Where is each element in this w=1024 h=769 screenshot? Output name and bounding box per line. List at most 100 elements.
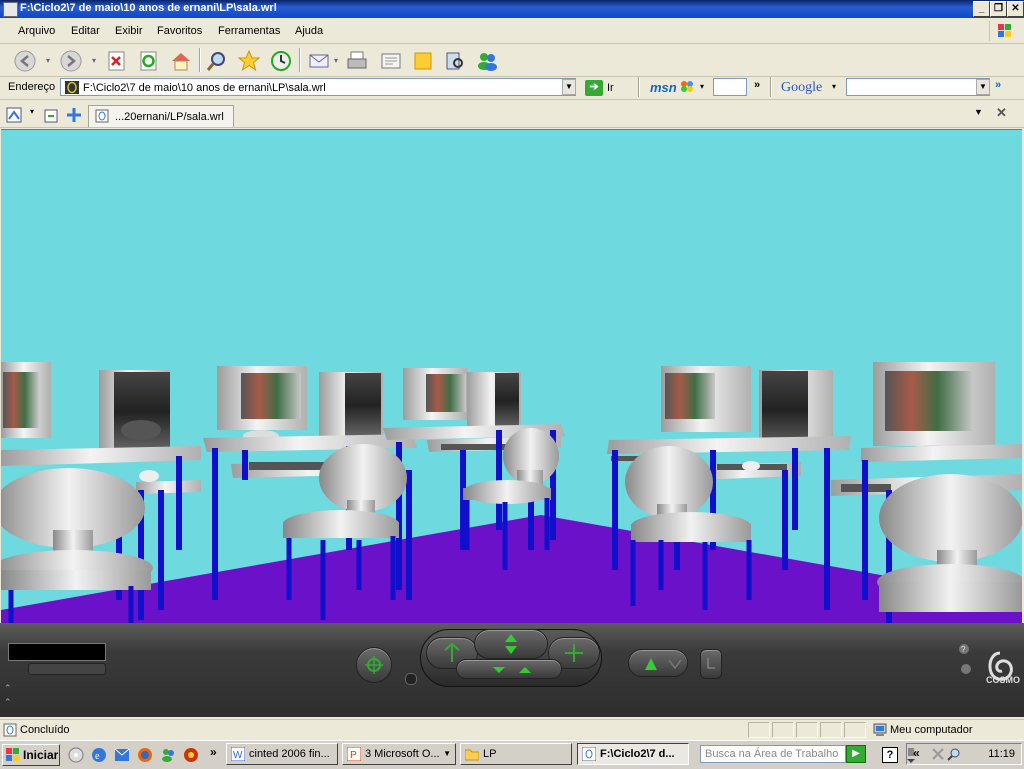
msn-dropdown-icon[interactable]: ▾	[700, 82, 704, 91]
quicklaunch-outlook-icon[interactable]	[114, 747, 130, 763]
minimize-button[interactable]: _	[973, 1, 990, 17]
more-chevron-icon[interactable]: »	[754, 79, 760, 91]
mouse	[742, 461, 760, 471]
research-icon[interactable]	[444, 50, 466, 72]
status-cell	[820, 722, 842, 738]
seek-button[interactable]	[356, 647, 392, 683]
search-icon[interactable]	[206, 50, 228, 72]
cosmo-logo[interactable]: ?	[950, 639, 1024, 705]
tab-list-icon[interactable]	[44, 107, 60, 123]
walk-button[interactable]	[474, 629, 548, 659]
close-button[interactable]: ✕	[1007, 1, 1024, 17]
desktop-search-go-button[interactable]: ▶	[846, 745, 866, 763]
quicklaunch-more-icon[interactable]: »	[210, 745, 217, 759]
task-label: F:\Ciclo2\7 d...	[600, 748, 675, 760]
forward-icon[interactable]	[60, 50, 82, 72]
status-cell	[844, 722, 866, 738]
quicklaunch-media-icon[interactable]	[183, 747, 199, 763]
tabs-dropdown-icon[interactable]: ▾	[30, 107, 34, 116]
start-button[interactable]: Iniciar	[2, 744, 60, 766]
google-search-dropdown[interactable]: ▼	[976, 79, 990, 95]
tab-menu-dropdown-icon[interactable]: ▼	[974, 107, 983, 117]
history-icon[interactable]	[270, 50, 292, 72]
task-label: LP	[483, 748, 497, 760]
quicklaunch-cd-icon[interactable]	[68, 747, 84, 763]
close-tab-icon[interactable]: ✕	[996, 105, 1007, 121]
refresh-icon[interactable]	[138, 50, 160, 72]
title-bar[interactable]: F:\Ciclo2\7 de maio\10 anos de ernani\LP…	[0, 0, 1024, 18]
back-dropdown-icon[interactable]: ▾	[46, 56, 50, 65]
new-tab-plus-icon[interactable]	[66, 107, 82, 123]
tray-network-icon[interactable]	[931, 747, 945, 761]
go-button[interactable]: Ir	[607, 82, 614, 94]
task-powerpoint-group[interactable]: P 3 Microsoft O... ▼	[342, 743, 456, 765]
more-chevron-icon[interactable]: »	[995, 79, 1001, 91]
classroom-scene	[1, 130, 1022, 624]
menu-favoritos[interactable]: Favoritos	[157, 25, 202, 37]
restore-button[interactable]: ❐	[990, 1, 1007, 17]
task-browser-sala[interactable]: F:\Ciclo2\7 d...	[577, 743, 689, 765]
vrml-file-icon	[65, 81, 79, 94]
back-icon[interactable]	[14, 50, 36, 72]
collapse-up-icon[interactable]: ⌃	[4, 683, 12, 694]
tray-expand-icon[interactable]: «	[913, 746, 920, 760]
status-cell	[748, 722, 770, 738]
print-icon[interactable]	[346, 50, 368, 72]
app-icon	[3, 2, 18, 17]
home-icon[interactable]	[170, 50, 192, 72]
quicklaunch-firefox-icon[interactable]	[137, 747, 153, 763]
address-input[interactable]: F:\Ciclo2\7 de maio\10 anos de ernani\LP…	[60, 78, 576, 96]
stop-icon[interactable]	[106, 50, 128, 72]
tab-label: ...20ernani/LP/sala.wrl	[115, 111, 224, 123]
mail-dropdown-icon[interactable]: ▾	[334, 56, 338, 65]
edit-icon[interactable]	[380, 50, 402, 72]
task-label: cinted 2006 fin...	[249, 748, 330, 760]
menu-editar[interactable]: Editar	[71, 25, 100, 37]
pan-button[interactable]	[628, 649, 688, 677]
menu-bar: Arquivo Editar Exibir Favoritos Ferramen…	[0, 19, 1024, 44]
tilt-buttons[interactable]	[456, 659, 562, 679]
clock[interactable]: 11:19	[988, 748, 1015, 760]
page-status-icon	[3, 723, 17, 737]
tray-search-icon[interactable]	[947, 747, 961, 761]
task-word-document[interactable]: W cinted 2006 fin...	[226, 743, 338, 765]
help-icon[interactable]: ?	[882, 747, 898, 763]
google-logo[interactable]: Google	[781, 80, 822, 96]
desktop-search-input[interactable]: Busca na Área de Trabalho	[700, 745, 846, 763]
menu-arquivo[interactable]: Arquivo	[18, 25, 55, 37]
go-arrow-icon[interactable]: ➔	[585, 80, 603, 96]
straighten-button[interactable]	[700, 649, 722, 679]
messenger-icon[interactable]	[476, 50, 498, 72]
viewpoint-list-button[interactable]	[28, 663, 106, 675]
msn-butterfly-icon	[681, 81, 693, 92]
vrml-3d-viewport[interactable]	[1, 129, 1022, 624]
google-search-input[interactable]	[846, 78, 990, 96]
menu-ferramentas[interactable]: Ferramentas	[218, 25, 280, 37]
menu-exibir[interactable]: Exibir	[115, 25, 143, 37]
msn-search-input[interactable]	[713, 78, 747, 96]
status-cell	[796, 722, 818, 738]
quicklaunch-messenger-icon[interactable]	[160, 747, 176, 763]
google-dropdown-icon[interactable]: ▾	[832, 82, 836, 91]
collapse-down-icon[interactable]: ⌃	[4, 697, 12, 708]
address-dropdown-button[interactable]: ▼	[562, 79, 576, 95]
forward-dropdown-icon[interactable]: ▾	[92, 56, 96, 65]
task-folder-lp[interactable]: LP	[460, 743, 572, 765]
mouse	[139, 470, 159, 482]
msn-logo[interactable]: msn	[650, 80, 677, 95]
svg-text:P: P	[350, 750, 357, 761]
toolbar-separator	[199, 48, 201, 72]
favorites-star-icon[interactable]	[237, 49, 261, 72]
mail-icon[interactable]	[308, 50, 330, 72]
menu-ajuda[interactable]: Ajuda	[295, 25, 323, 37]
windows-logo-icon	[989, 21, 1020, 41]
indicator-light	[405, 673, 417, 685]
quick-tabs-icon[interactable]	[6, 107, 22, 123]
toolbar: ▾ ▾ ▾	[0, 44, 1024, 77]
note-icon[interactable]	[412, 50, 434, 72]
address-separator	[770, 77, 772, 97]
taskbar: Iniciar e » W cinted 2006 fin... P 3 Mic…	[0, 740, 1024, 769]
computer-station	[319, 372, 383, 438]
quicklaunch-ie-icon[interactable]: e	[91, 747, 107, 763]
tab-sala-wrl[interactable]: ...20ernani/LP/sala.wrl	[88, 105, 234, 127]
